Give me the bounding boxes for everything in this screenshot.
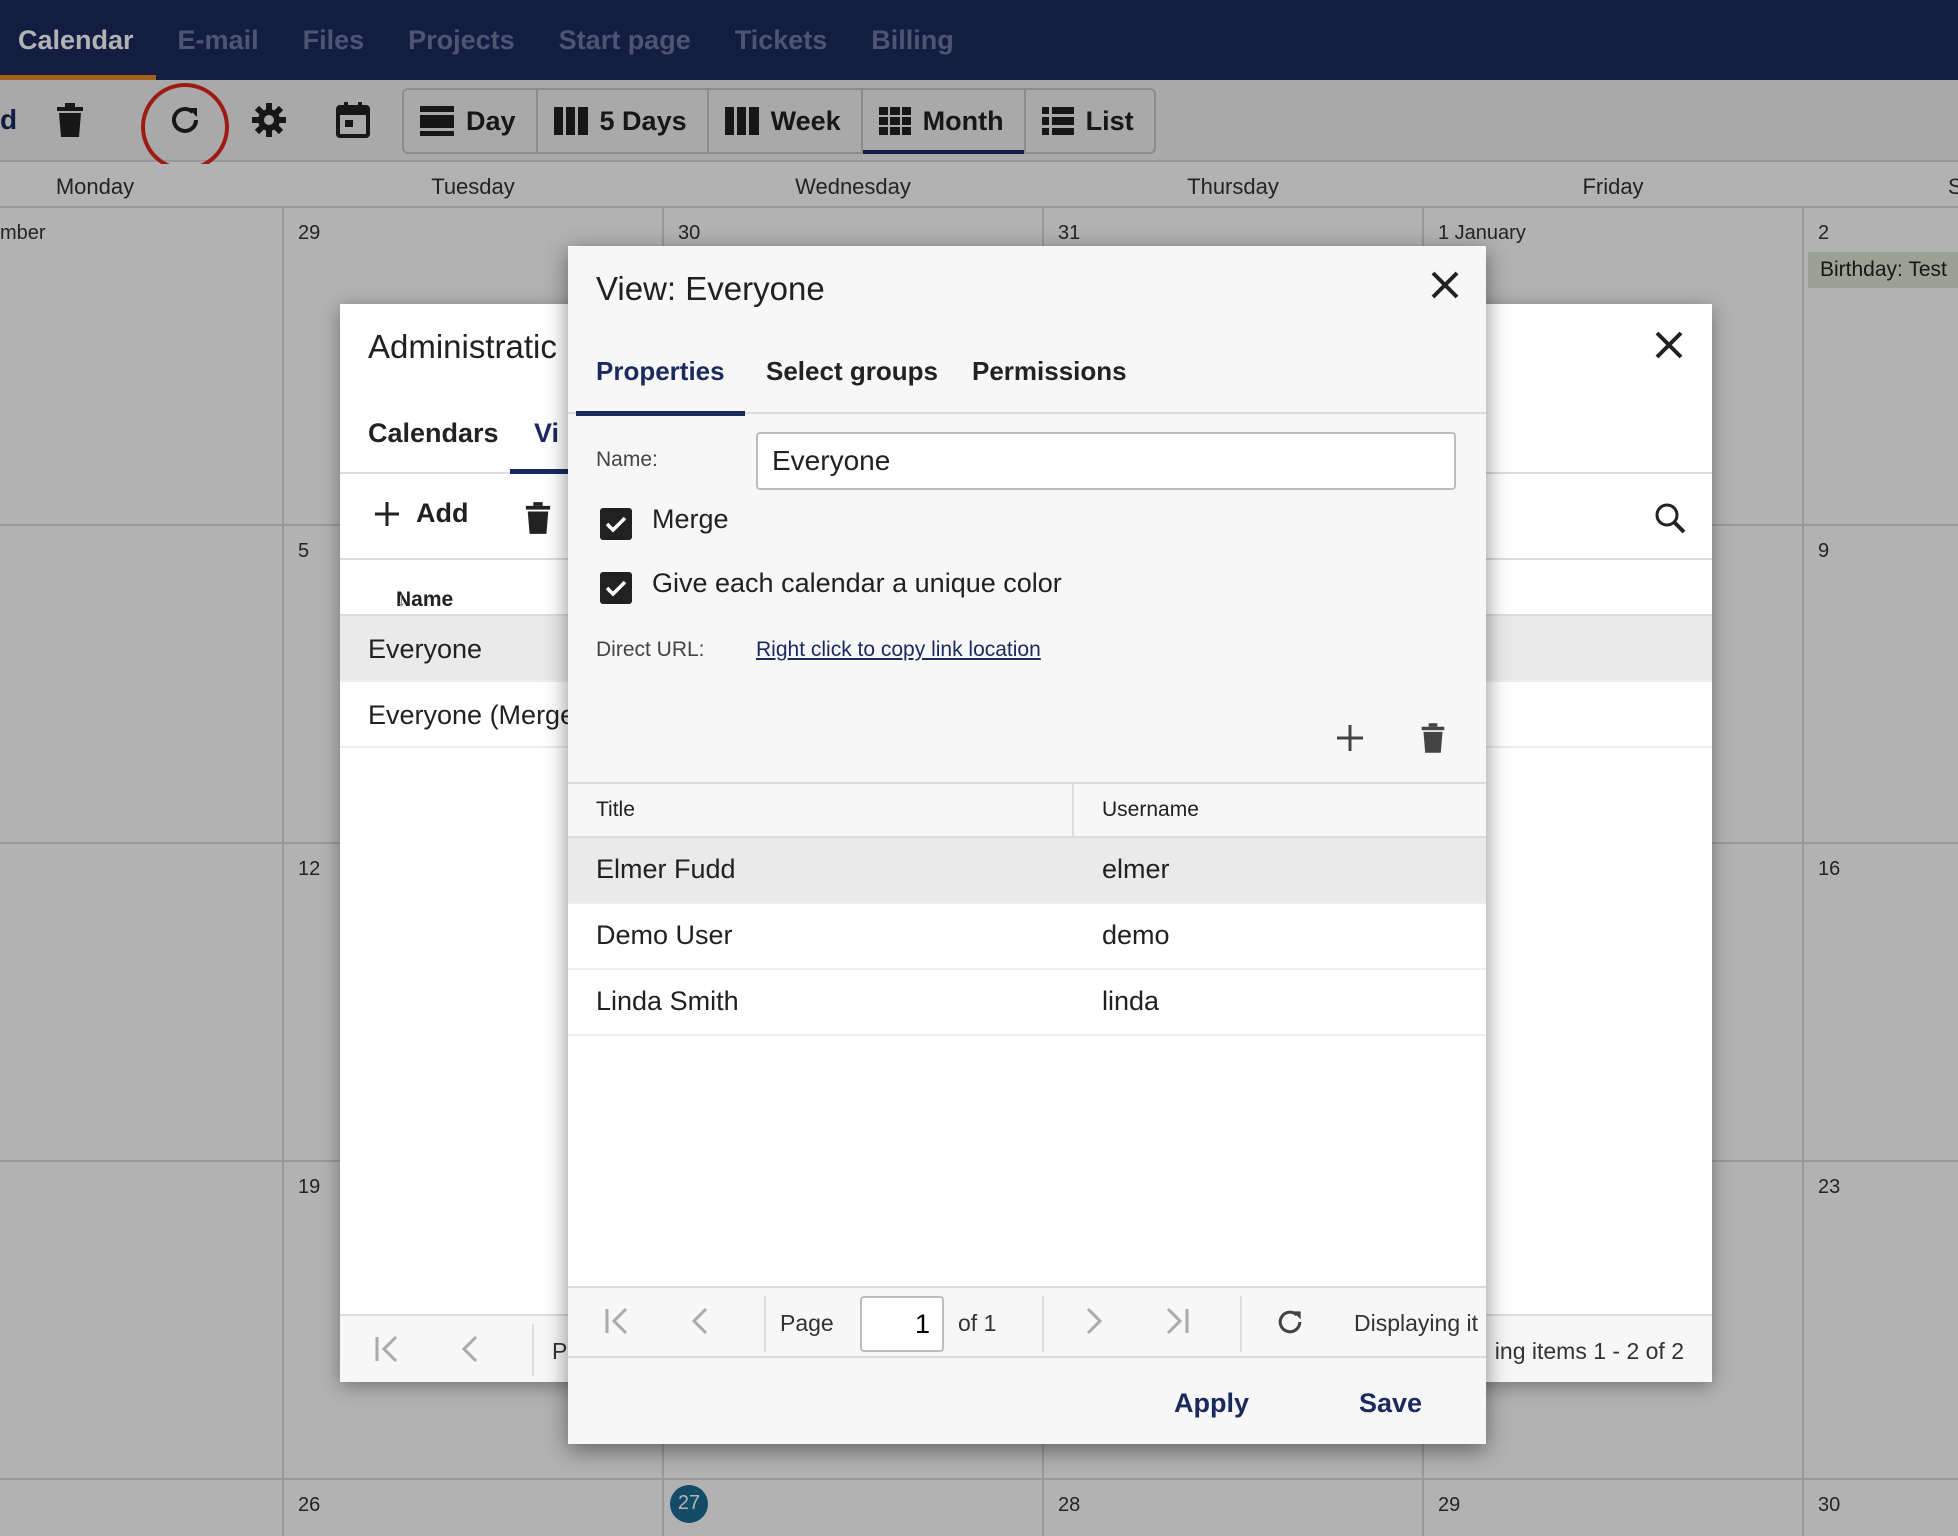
page-number-input[interactable]: [860, 1296, 944, 1352]
dialog-title: Administratic: [368, 328, 557, 365]
member-title: Elmer Fudd: [596, 854, 736, 884]
first-page-icon[interactable]: [604, 1306, 630, 1341]
close-icon[interactable]: [1654, 330, 1684, 365]
save-button[interactable]: Save: [1359, 1388, 1422, 1419]
pager-display-text: Displaying it: [1354, 1310, 1478, 1336]
next-page-icon[interactable]: [1084, 1306, 1104, 1341]
name-label: Name:: [596, 448, 658, 471]
unique-color-checkbox[interactable]: [600, 572, 632, 604]
view-dialog: View: Everyone Properties Select groups …: [568, 246, 1486, 1444]
direct-url-label: Direct URL:: [596, 638, 705, 661]
checkmark-icon: [605, 580, 627, 597]
page-label: Page: [780, 1310, 834, 1336]
tab-views[interactable]: Vi: [534, 418, 559, 449]
plus-icon: [375, 501, 399, 526]
trash-icon[interactable]: [1420, 722, 1446, 759]
member-username: demo: [1102, 920, 1170, 950]
tab-permissions[interactable]: Permissions: [972, 356, 1127, 414]
column-header-title[interactable]: Title: [596, 798, 635, 822]
refresh-icon[interactable]: [1274, 1306, 1306, 1343]
page-count-label: of 1: [958, 1310, 997, 1336]
active-tab-indicator: [510, 469, 570, 474]
unique-color-label[interactable]: Give each calendar a unique color: [652, 568, 1062, 599]
close-icon[interactable]: [1430, 270, 1460, 305]
direct-url-link[interactable]: Right click to copy link location: [756, 638, 1041, 662]
trash-icon[interactable]: [524, 502, 552, 539]
prev-page-icon[interactable]: [460, 1334, 480, 1369]
member-username: elmer: [1102, 854, 1170, 884]
merge-checkbox[interactable]: [600, 508, 632, 540]
table-row[interactable]: Demo User demo: [568, 904, 1486, 970]
add-button-label: Add: [416, 498, 469, 528]
member-title: Linda Smith: [596, 986, 739, 1016]
first-page-icon[interactable]: [374, 1334, 400, 1369]
pager-divider: [1042, 1296, 1044, 1352]
prev-page-icon[interactable]: [690, 1306, 710, 1341]
members-pager: Page of 1 Displaying it: [568, 1286, 1486, 1358]
member-username: linda: [1102, 986, 1160, 1016]
checkmark-icon: [605, 516, 627, 533]
pager-divider: [1240, 1296, 1242, 1352]
name-input[interactable]: [756, 432, 1456, 490]
table-row[interactable]: Linda Smith linda: [568, 970, 1486, 1036]
search-icon[interactable]: [1654, 502, 1686, 539]
sort-down-icon: ↓: [396, 588, 407, 611]
table-row[interactable]: Elmer Fudd elmer: [568, 838, 1486, 904]
add-button[interactable]: Add: [374, 498, 468, 529]
tab-properties[interactable]: Properties: [576, 356, 745, 416]
view-dialog-tabs: Properties Select groups Permissions: [568, 346, 1486, 416]
member-title: Demo User: [596, 920, 733, 950]
last-page-icon[interactable]: [1164, 1306, 1190, 1341]
tab-select-groups[interactable]: Select groups: [766, 356, 938, 414]
merge-label[interactable]: Merge: [652, 504, 729, 535]
column-divider: [1072, 784, 1074, 836]
pager-display-text: ing items 1 - 2 of 2: [1494, 1338, 1684, 1364]
pager-divider: [764, 1296, 766, 1352]
tab-calendars[interactable]: Calendars: [368, 418, 499, 449]
members-table-header: Title Username: [568, 782, 1486, 838]
apply-button[interactable]: Apply: [1174, 1388, 1249, 1419]
pager-divider: [532, 1324, 534, 1376]
add-member-icon[interactable]: [1336, 724, 1364, 757]
column-header-username[interactable]: Username: [1102, 798, 1199, 822]
dialog-title: View: Everyone: [596, 270, 825, 307]
pager-page-label: P: [552, 1338, 568, 1364]
